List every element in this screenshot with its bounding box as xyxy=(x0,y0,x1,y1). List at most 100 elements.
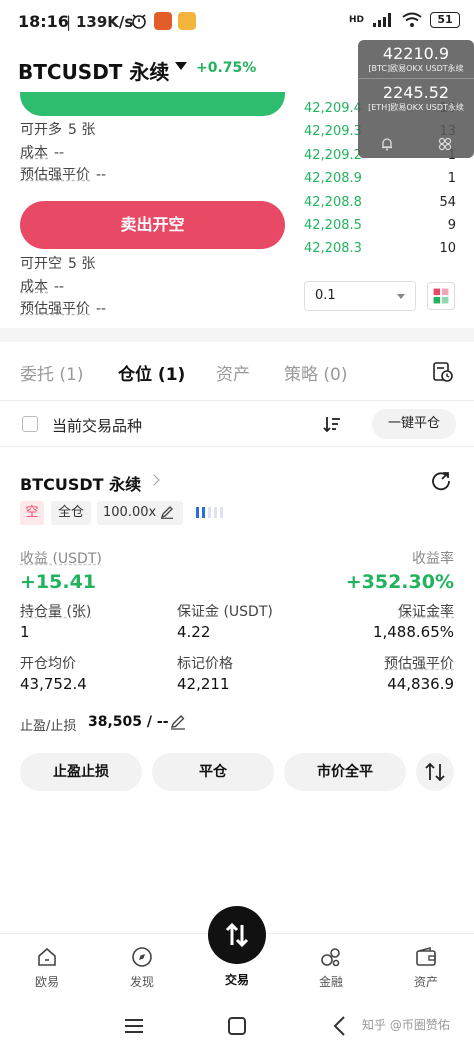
orderbook-price: 42,209.2 xyxy=(304,148,362,163)
pair-dropdown-icon[interactable] xyxy=(175,62,187,70)
risk-bar xyxy=(220,507,223,518)
roe-value: +352.30% xyxy=(345,571,454,593)
nav-assets-label: 资产 xyxy=(413,975,438,989)
network-speed: 139K/s xyxy=(76,13,134,31)
nav-finance-label: 金融 xyxy=(318,975,343,989)
menu-icon[interactable] xyxy=(124,1017,144,1035)
share-icon[interactable] xyxy=(430,470,452,492)
status-separator: | xyxy=(66,13,72,31)
status-bar: 18:16 | 139K/s HD 51 xyxy=(0,0,474,44)
short-cost-label: 成本 xyxy=(20,279,48,295)
short-available: 可开空 5 张 xyxy=(20,253,95,273)
long-liq-label: 预估强平价 xyxy=(20,167,90,183)
home-square-icon[interactable] xyxy=(227,1016,247,1036)
float-actions xyxy=(358,136,474,152)
close-all-button[interactable]: 一键平仓 xyxy=(372,409,456,439)
edit-icon[interactable] xyxy=(170,714,186,730)
orderbook-row[interactable]: 42,208.3 10 xyxy=(304,241,456,256)
btc-float-label: [BTC]欧易OKX USDT永续 xyxy=(368,64,464,73)
tabs-divider xyxy=(0,400,474,401)
long-liq: 预估强平价 -- xyxy=(20,164,106,184)
chevron-down-icon xyxy=(397,294,405,299)
bell-icon[interactable] xyxy=(379,136,395,152)
nav-finance[interactable]: 金融 xyxy=(301,945,361,990)
orderbook-qty: 10 xyxy=(439,241,456,256)
alarm-icon xyxy=(132,14,146,29)
orderbook-price: 42,208.8 xyxy=(304,195,362,210)
wallet-icon xyxy=(416,946,436,966)
long-cost-value: -- xyxy=(54,145,65,161)
leverage-value: 100.00x xyxy=(103,505,157,520)
liq-price-label: 预估强平价 xyxy=(384,656,454,672)
chevron-right-icon[interactable] xyxy=(148,474,160,486)
status-time: 18:16 xyxy=(18,12,69,31)
nav-assets[interactable]: 资产 xyxy=(396,945,456,990)
price-step-select[interactable]: 0.1 xyxy=(304,281,416,311)
sell-open-short-button[interactable]: 卖出开空 xyxy=(20,201,285,249)
orderbook-price: 42,208.5 xyxy=(304,218,362,233)
risk-bar xyxy=(208,507,211,518)
long-available-value: 5 张 xyxy=(68,122,96,138)
mark-price-value: 42,211 xyxy=(177,675,230,693)
long-available-label: 可开多 xyxy=(20,122,62,138)
orderbook-qty: 1 xyxy=(447,171,456,186)
mark-price-label: 标记价格 xyxy=(177,656,233,672)
short-liq-label: 预估强平价 xyxy=(20,301,90,317)
note-app-icon xyxy=(178,12,196,30)
orderbook-layout-icon[interactable] xyxy=(427,282,455,310)
signal-icon xyxy=(373,13,391,27)
side-tag: 空 xyxy=(20,501,44,525)
pair-title[interactable]: BTCUSDT 永续 xyxy=(18,56,169,85)
tab-assets[interactable]: 资产 xyxy=(216,360,250,385)
close-position-button[interactable]: 平仓 xyxy=(152,753,274,791)
margin-value: 4.22 xyxy=(177,623,211,641)
margin-ratio-value: 1,488.65% xyxy=(372,623,454,641)
orderbook-row[interactable]: 42,208.8 54 xyxy=(304,195,456,210)
position-title[interactable]: BTCUSDT 永续 xyxy=(20,471,141,495)
settings-flower-icon[interactable] xyxy=(437,136,453,152)
float-divider xyxy=(358,78,474,79)
orderbook-row[interactable]: 42,208.5 9 xyxy=(304,218,456,233)
history-icon[interactable] xyxy=(432,361,454,383)
tab-orders[interactable]: 委托 (1) xyxy=(20,360,83,385)
eth-float-label: [ETH]欧易OKX USDT永续 xyxy=(368,103,464,112)
tpsl-button[interactable]: 止盈止损 xyxy=(20,753,142,791)
long-cost-label: 成本 xyxy=(20,145,48,161)
current-symbol-label[interactable]: 当前交易品种 xyxy=(52,415,142,436)
tpsl-label: 止盈/止损 xyxy=(20,719,77,734)
size-label: 持仓量 (张) xyxy=(20,604,92,620)
battery-icon: 51 xyxy=(430,12,460,28)
tab-strategies[interactable]: 策略 (0) xyxy=(284,360,347,385)
nav-trade-button[interactable] xyxy=(208,906,266,964)
long-available: 可开多 5 张 xyxy=(20,119,95,139)
buy-open-long-button[interactable] xyxy=(20,92,285,116)
orderbook-price: 42,209.3 xyxy=(304,124,362,139)
tab-positions[interactable]: 仓位 (1) xyxy=(118,360,185,385)
pnl-label: 收益 (USDT) xyxy=(20,551,102,567)
risk-bar xyxy=(196,507,199,518)
entry-price-label: 开仓均价 xyxy=(20,656,76,672)
sort-icon[interactable] xyxy=(322,414,342,434)
short-cost-value: -- xyxy=(54,279,65,295)
reverse-position-icon[interactable] xyxy=(416,753,454,791)
nav-discover[interactable]: 发现 xyxy=(112,945,172,990)
edit-icon[interactable] xyxy=(160,505,174,519)
market-close-all-button[interactable]: 市价全平 xyxy=(284,753,406,791)
short-cost: 成本 -- xyxy=(20,276,64,296)
eth-float-price: 2245.52 xyxy=(382,83,450,102)
trade-swap-icon xyxy=(225,922,249,948)
tpsl-value: 38,505 / -- xyxy=(88,714,169,730)
margin-label: 保证金 (USDT) xyxy=(177,604,273,620)
finance-icon xyxy=(321,948,340,967)
wifi-icon xyxy=(402,12,422,27)
floating-price-widget[interactable]: 42210.9 [BTC]欧易OKX USDT永续 2245.52 [ETH]欧… xyxy=(358,40,474,158)
current-symbol-checkbox[interactable] xyxy=(22,416,38,432)
back-icon[interactable] xyxy=(332,1015,346,1037)
nav-trade-label[interactable]: 交易 xyxy=(207,971,267,988)
nav-okx[interactable]: 欧易 xyxy=(17,945,77,990)
liq-price-value: 44,836.9 xyxy=(387,675,454,693)
short-available-label: 可开空 xyxy=(20,256,62,272)
margin-ratio-label: 保证金率 xyxy=(398,604,454,620)
orderbook-row[interactable]: 42,208.9 1 xyxy=(304,171,456,186)
margin-mode-tag: 全仓 xyxy=(51,501,91,525)
